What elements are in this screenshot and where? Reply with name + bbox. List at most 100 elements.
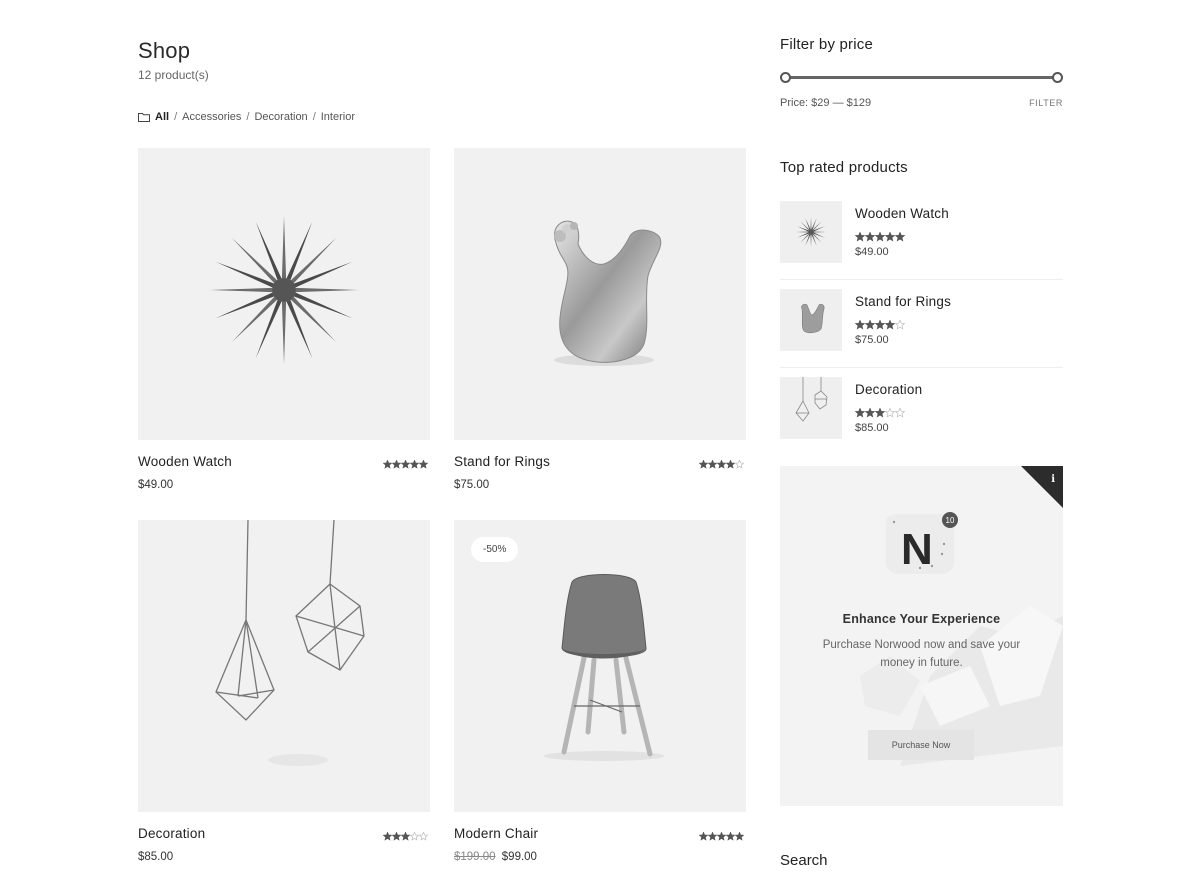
- stars-svg: [382, 459, 429, 469]
- product-price: $75.00: [454, 479, 489, 491]
- product-price: $199.00 $99.00: [454, 851, 537, 863]
- product-image-decoration[interactable]: [138, 520, 430, 812]
- stars-svg: [854, 231, 906, 242]
- product-price: $85.00: [138, 851, 173, 863]
- price-range-label: Price: $29 — $129: [780, 97, 872, 109]
- watch-spike: [805, 234, 811, 246]
- star-empty-icon: [418, 831, 429, 841]
- top-rated-widget: Top rated products Wooden Watch $49.00 S…: [780, 159, 1063, 456]
- top-rated-name[interactable]: Decoration: [855, 382, 922, 397]
- stars-svg: [382, 831, 429, 841]
- breadcrumb-interior[interactable]: Interior: [321, 111, 355, 123]
- product-price: $49.00: [138, 479, 173, 491]
- top-rated-info: Decoration $85.00: [854, 381, 922, 456]
- watch-spike: [210, 287, 273, 293]
- rating-stars: [854, 405, 922, 418]
- star-filled-icon: [874, 319, 886, 330]
- star-filled-icon: [864, 407, 876, 418]
- slider-handle-min[interactable]: [780, 72, 791, 83]
- watch-spike: [294, 292, 353, 319]
- watch-spike: [281, 301, 287, 364]
- decoration-image: [215, 520, 365, 766]
- product-image-stand-for-rings[interactable]: [454, 148, 746, 440]
- wooden-watch-image: [210, 216, 358, 364]
- watch-spike: [797, 232, 809, 238]
- filter-button[interactable]: FILTER: [1029, 98, 1063, 108]
- slider-handle-max[interactable]: [1052, 72, 1063, 83]
- product-card[interactable]: -50% Modern Chair $199.00 $99.00: [454, 520, 746, 863]
- top-rated-name[interactable]: Wooden Watch: [855, 206, 949, 221]
- watch-spike: [796, 231, 808, 233]
- watch-spike: [286, 221, 313, 280]
- price-slider[interactable]: [780, 71, 1063, 83]
- star-filled-icon: [854, 407, 866, 418]
- top-rated-name[interactable]: Stand for Rings: [855, 294, 951, 309]
- watch-spike: [810, 235, 812, 247]
- watch-spike: [814, 231, 826, 233]
- price-row: Price: $29 — $129 FILTER: [780, 97, 1063, 109]
- logo-letter: N: [901, 525, 933, 574]
- star-filled-icon: [874, 231, 886, 242]
- widget-title-search: Search: [780, 852, 828, 869]
- product-card[interactable]: Wooden Watch $49.00: [138, 148, 430, 491]
- product-name[interactable]: Decoration: [138, 826, 205, 841]
- star-filled-icon: [382, 831, 393, 841]
- widget-title-filter: Filter by price: [780, 36, 874, 53]
- stars-svg: [698, 831, 745, 841]
- slider-track[interactable]: [785, 76, 1058, 79]
- breadcrumb-all[interactable]: All: [155, 111, 169, 123]
- breadcrumb-decoration[interactable]: Decoration: [254, 111, 307, 123]
- price-current: $85.00: [138, 851, 174, 863]
- star-empty-icon: [894, 319, 906, 330]
- list-item[interactable]: Stand for Rings $75.00: [780, 280, 1063, 368]
- product-name[interactable]: Modern Chair: [454, 826, 538, 841]
- breadcrumb-separator: /: [174, 111, 178, 123]
- list-item[interactable]: Decoration $85.00: [780, 368, 1063, 456]
- thumb-wooden-watch[interactable]: [780, 201, 842, 263]
- star-filled-icon: [391, 831, 402, 841]
- top-rated-info: Stand for Rings $75.00: [854, 293, 951, 367]
- top-rated-info: Wooden Watch $49.00: [854, 205, 949, 279]
- star-filled-icon: [864, 231, 876, 242]
- product-name[interactable]: Wooden Watch: [138, 454, 232, 469]
- product-image-modern-chair[interactable]: -50%: [454, 520, 746, 812]
- product-card[interactable]: Decoration $85.00: [138, 520, 430, 863]
- watch-spike: [295, 287, 358, 293]
- product-card[interactable]: Stand for Rings $75.00: [454, 148, 746, 491]
- star-filled-icon: [854, 231, 866, 242]
- watch-spike: [281, 216, 287, 279]
- product-image-wooden-watch[interactable]: [138, 148, 430, 440]
- watch-spike: [294, 261, 353, 288]
- star-filled-icon: [391, 459, 402, 469]
- watch-spike: [797, 226, 809, 232]
- star-filled-icon: [884, 231, 896, 242]
- watch-spike: [805, 218, 811, 230]
- star-filled-icon: [400, 831, 411, 841]
- thumb-stand-for-rings[interactable]: [780, 289, 842, 351]
- sale-badge: -50%: [471, 537, 519, 562]
- price-old: $199.00: [454, 851, 496, 863]
- promo-banner[interactable]: i N 10 Enhance Your Experience Purchase …: [780, 466, 1063, 806]
- watch-spike: [810, 217, 812, 229]
- star-filled-icon: [707, 831, 718, 841]
- watch-spike: [813, 226, 825, 232]
- stars-svg: [854, 319, 906, 330]
- star-filled-icon: [874, 407, 886, 418]
- top-rated-price: $75.00: [855, 334, 889, 346]
- product-name[interactable]: Stand for Rings: [454, 454, 550, 469]
- watch-spike: [811, 234, 817, 246]
- info-icon[interactable]: i: [1051, 474, 1055, 485]
- thumb-decoration[interactable]: [780, 377, 842, 439]
- star-filled-icon: [725, 831, 736, 841]
- list-item[interactable]: Wooden Watch $49.00: [780, 192, 1063, 280]
- star-filled-icon: [725, 459, 736, 469]
- star-empty-icon: [884, 407, 896, 418]
- watch-spike: [812, 221, 822, 231]
- breadcrumb-accessories[interactable]: Accessories: [182, 111, 241, 123]
- search-widget: Search: [780, 852, 828, 870]
- purchase-now-button[interactable]: Purchase Now: [868, 730, 974, 760]
- price-current: $99.00: [501, 851, 537, 863]
- watch-spike: [800, 233, 810, 243]
- star-filled-icon: [707, 459, 718, 469]
- widget-title-top-rated: Top rated products: [780, 159, 908, 176]
